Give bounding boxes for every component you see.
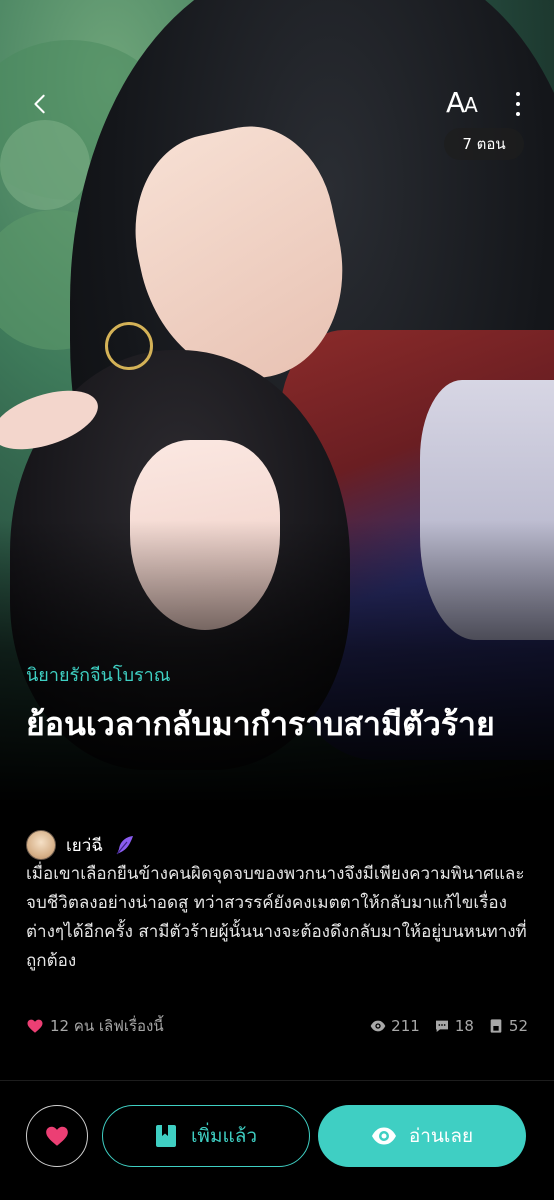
chevron-left-icon	[34, 94, 45, 114]
eye-icon	[370, 1020, 386, 1032]
views-value: 211	[391, 1017, 420, 1035]
stats-row: 12 คน เลิฟเรื่องนี้ 211 18 52	[26, 1014, 528, 1038]
font-size-button[interactable]: AA	[446, 86, 478, 120]
views-count: 211	[370, 1017, 420, 1035]
author-avatar[interactable]	[26, 830, 56, 860]
added-to-library-button[interactable]: เพิ่มแล้ว	[102, 1105, 310, 1167]
bookmark-book-icon	[155, 1125, 176, 1147]
like-button[interactable]	[26, 1105, 88, 1167]
genre-label[interactable]: นิยายรักจีนโบราณ	[26, 660, 171, 689]
back-button[interactable]	[22, 86, 58, 122]
comment-icon	[435, 1020, 448, 1032]
episodes-badge: 7 ตอน	[444, 128, 524, 160]
added-label: เพิ่มแล้ว	[190, 1125, 258, 1147]
font-size-label-big: A	[446, 86, 465, 119]
heart-icon	[27, 1019, 43, 1033]
author-row[interactable]: เยว่ฉี	[26, 830, 137, 860]
feather-icon	[116, 836, 133, 855]
more-vertical-icon	[516, 92, 520, 96]
author-name[interactable]: เยว่ฉี	[66, 832, 103, 859]
synopsis: เมื่อเขาเลือกยืนข้างคนผิดจุดจบของพวกนางจ…	[26, 864, 527, 971]
read-label: อ่านเลย	[408, 1125, 474, 1147]
likes-info: 12 คน เลิฟเรื่องนี้	[26, 1014, 164, 1038]
novel-title: ย้อนเวลากลับมากำราบสามีตัวร้าย	[26, 705, 495, 743]
more-options-button[interactable]	[508, 88, 528, 120]
chapters-value: 52	[508, 1017, 528, 1035]
comments-value: 18	[454, 1017, 474, 1035]
eye-icon	[371, 1127, 396, 1145]
comments-count: 18	[434, 1017, 474, 1035]
read-now-button[interactable]: อ่านเลย	[318, 1105, 526, 1167]
likes-text: 12 คน เลิฟเรื่องนี้	[50, 1017, 164, 1035]
heart-icon	[46, 1126, 68, 1146]
action-bar: เพิ่มแล้ว อ่านเลย	[0, 1080, 554, 1200]
chapters-count: 52	[488, 1017, 528, 1035]
font-size-label-small: A	[464, 93, 478, 117]
book-icon	[490, 1019, 502, 1033]
